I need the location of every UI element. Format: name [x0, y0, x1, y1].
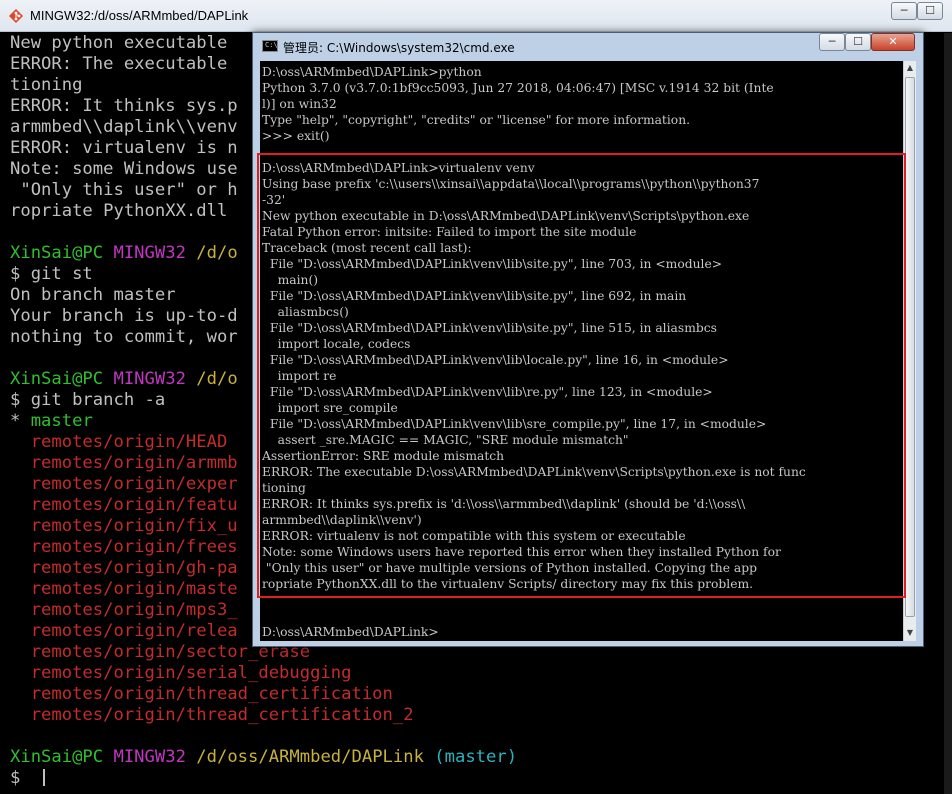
terminal-text-segment: $ git branch -a [10, 390, 166, 410]
mingw-terminal-line [10, 726, 945, 747]
terminal-text-segment: remotes/origin/HEAD [10, 432, 228, 452]
terminal-text-segment: master [30, 411, 93, 431]
terminal-text-segment: remotes/origin/frees [10, 537, 238, 557]
cmd-terminal-line: Python 3.7.0 (v3.7.0:1bf9cc5093, Jun 27 … [262, 81, 774, 95]
cmd-maximize-button[interactable]: ☐ [845, 33, 871, 51]
mingw-scrollbar[interactable] [944, 33, 952, 794]
terminal-text-segment: (master) [434, 747, 518, 767]
scroll-down-arrow-icon[interactable]: ▼ [904, 626, 916, 640]
terminal-text-segment: XinSai@PC [10, 369, 114, 389]
terminal-text-segment: $ git st [10, 264, 93, 284]
scroll-up-arrow-icon[interactable]: ▲ [904, 61, 916, 75]
terminal-text-segment: /d/oss/ARMmbed/DAPLink [196, 747, 435, 767]
mingw-window-title: MINGW32:/d/oss/ARMmbed/DAPLink [30, 8, 249, 23]
mingw-maximize-button[interactable]: ☐ [917, 2, 943, 20]
cmd-terminal-line: >>> exit() [262, 129, 330, 143]
mingw-titlebar[interactable]: MINGW32:/d/oss/ARMmbed/DAPLink ─ ☐ [0, 0, 952, 32]
terminal-text-segment: Note: some Windows use [10, 159, 238, 179]
terminal-text-segment: MINGW32 [113, 369, 197, 389]
mingw-terminal-line: remotes/origin/thread_certification_2 [10, 705, 945, 726]
terminal-text-segment: remotes/origin/serial_debugging [10, 663, 352, 683]
cmd-window-title: 管理员: C:\Windows\system32\cmd.exe [283, 41, 515, 55]
mingw-terminal-line: remotes/origin/thread_certification [10, 684, 945, 705]
cmd-terminal-line: D:\oss\ARMmbed\DAPLink>python [262, 65, 482, 79]
terminal-text-segment: "Only this user" or h [10, 180, 238, 200]
terminal-text-segment: armmbed\\daplink\\venv [10, 117, 238, 137]
terminal-text-segment: remotes/origin/exper [10, 474, 238, 494]
terminal-text-segment: remotes/origin/armmb [10, 453, 238, 473]
terminal-text-segment: remotes/origin/fix_u [10, 516, 238, 536]
terminal-text-segment: ERROR: It thinks sys.p [10, 96, 238, 116]
terminal-text-segment: On branch master [10, 285, 176, 305]
mingw-terminal-line: XinSai@PC MINGW32 /d/oss/ARMmbed/DAPLink… [10, 747, 945, 768]
terminal-text-segment: MINGW32 [113, 747, 197, 767]
text-cursor [42, 769, 45, 786]
cmd-minimize-button[interactable]: ─ [819, 33, 845, 51]
terminal-text-segment: ropriate PythonXX.dll [10, 201, 228, 221]
terminal-text-segment: XinSai@PC [10, 747, 114, 767]
terminal-text-segment: MINGW32 [113, 243, 197, 263]
cmd-terminal-line: l)] on win32 [262, 97, 337, 111]
terminal-text-segment: /d/o [196, 243, 238, 263]
terminal-text-segment: tioning [10, 75, 83, 95]
terminal-text-segment: remotes/origin/thread_certification_2 [10, 705, 414, 725]
terminal-text-segment: ERROR: virtualenv is n [10, 138, 238, 158]
terminal-text-segment: nothing to commit, wor [10, 327, 238, 347]
cmd-terminal-line [262, 608, 902, 624]
terminal-text-segment: remotes/origin/relea [10, 621, 238, 641]
cmd-scroll-thumb[interactable] [905, 77, 915, 617]
mingw-minimize-button[interactable]: ─ [891, 2, 917, 20]
terminal-text-segment: XinSai@PC [10, 243, 114, 263]
error-highlight-box [257, 153, 906, 598]
terminal-text-segment: New python executable [10, 33, 228, 53]
terminal-text-segment: $ [10, 768, 31, 788]
cmd-terminal-line: Type "help", "copyright", "credits" or "… [262, 113, 691, 127]
terminal-text-segment: * [10, 411, 31, 431]
cmd-close-button[interactable]: ✕ [871, 33, 915, 51]
cmd-app-icon: C:\ [262, 40, 278, 52]
cmd-app-icon-label: C:\ [265, 41, 278, 49]
cmd-terminal-line: D:\oss\ARMmbed\DAPLink> [262, 625, 439, 639]
git-bash-icon [9, 9, 23, 23]
mingw-terminal-line: remotes/origin/serial_debugging [10, 663, 945, 684]
terminal-text-segment: remotes/origin/thread_certification [10, 684, 393, 704]
terminal-text-segment: ERROR: The executable [10, 54, 228, 74]
terminal-text-segment: remotes/origin/featu [10, 495, 238, 515]
terminal-text-segment: remotes/origin/maste [10, 579, 238, 599]
terminal-text-segment: remotes/origin/gh-pa [10, 558, 238, 578]
terminal-text-segment: remotes/origin/mps3_ [10, 600, 238, 620]
mingw-terminal-line: $ [10, 768, 945, 789]
terminal-text-segment: /d/o [196, 369, 238, 389]
cmd-titlebar[interactable]: C:\ 管理员: C:\Windows\system32\cmd.exe ─ ☐… [253, 33, 923, 61]
terminal-text-segment: Your branch is up-to-d [10, 306, 238, 326]
